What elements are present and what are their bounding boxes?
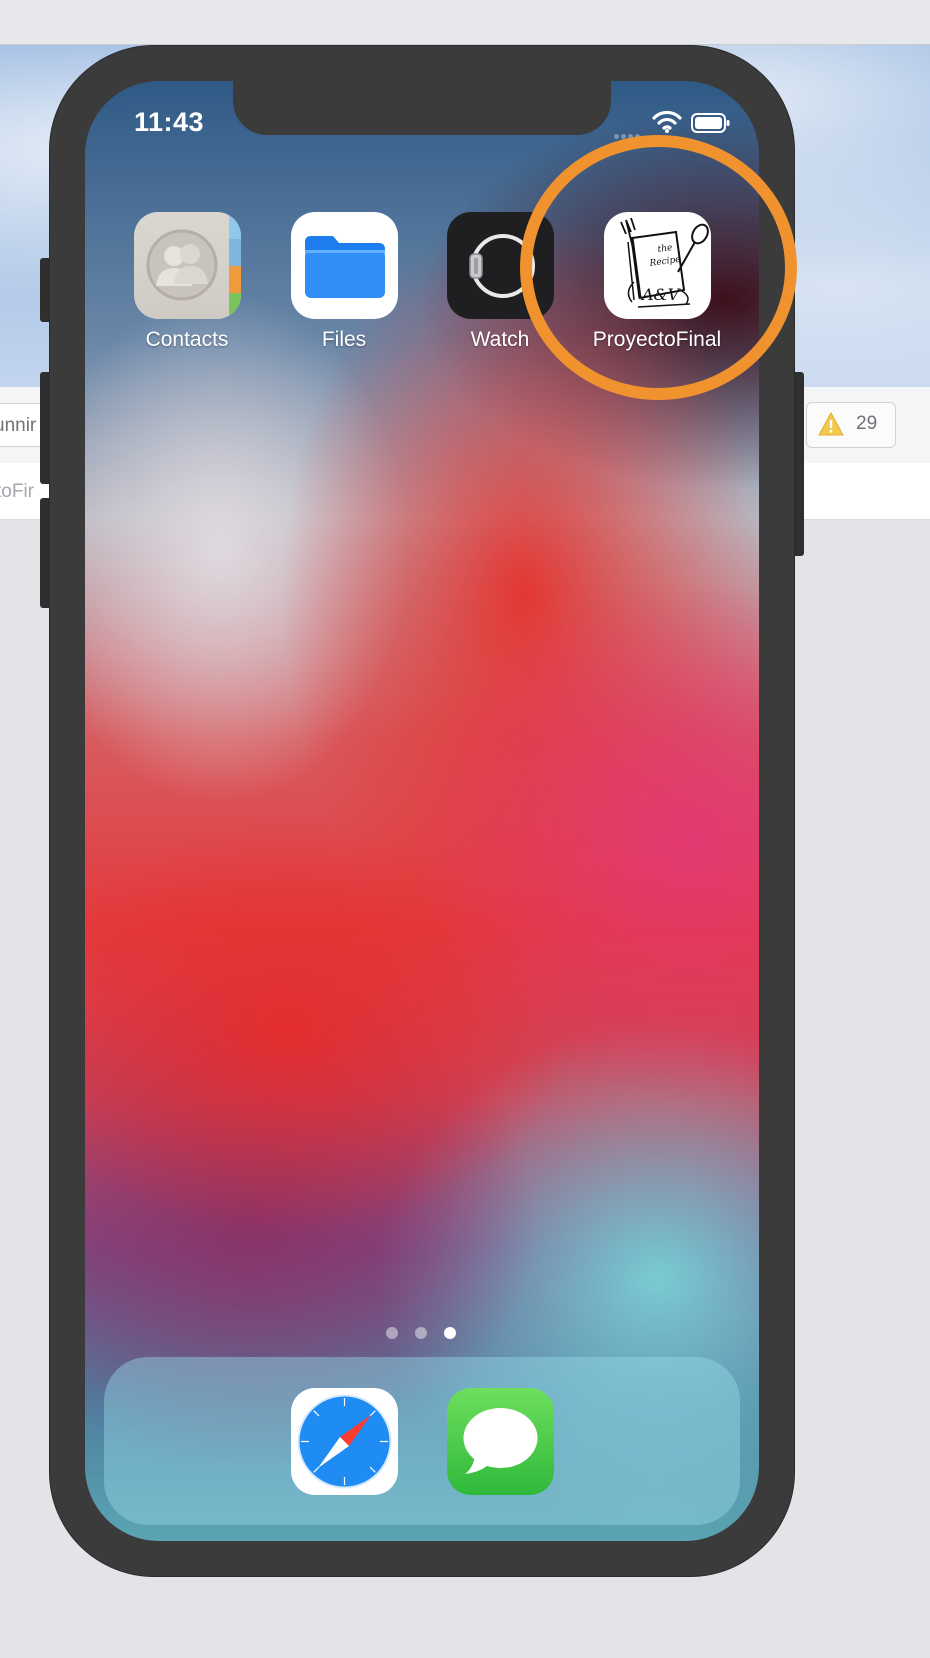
page-dot-2 [415,1327,427,1339]
files-folder-icon [305,236,385,298]
xcode-status-text: unnir [0,415,37,436]
warning-triangle-icon [818,412,844,436]
messages-app-icon[interactable] [447,1388,554,1495]
notch [233,78,611,135]
highlight-circle-annotation [520,135,797,400]
xcode-toolbar-strip [0,0,930,45]
warnings-count: 29 [856,413,878,434]
messages-bubble-icon [463,1408,538,1474]
page-dot-1 [386,1327,398,1339]
contacts-app-icon[interactable] [134,212,241,319]
status-time: 11:43 [134,107,205,137]
contacts-app-label: Contacts [145,328,229,351]
safari-compass-icon [297,1394,392,1489]
dock [104,1357,740,1525]
page-indicator[interactable] [386,1326,473,1344]
page-dot-3-active [444,1327,456,1339]
xcode-tab-label[interactable]: toFir [0,481,34,503]
files-app-label: Files [321,328,367,351]
files-app-icon[interactable] [291,212,398,319]
wifi-icon [652,110,682,133]
battery-icon [691,113,730,133]
contacts-icon [146,212,241,319]
safari-app-icon[interactable] [291,1388,398,1495]
